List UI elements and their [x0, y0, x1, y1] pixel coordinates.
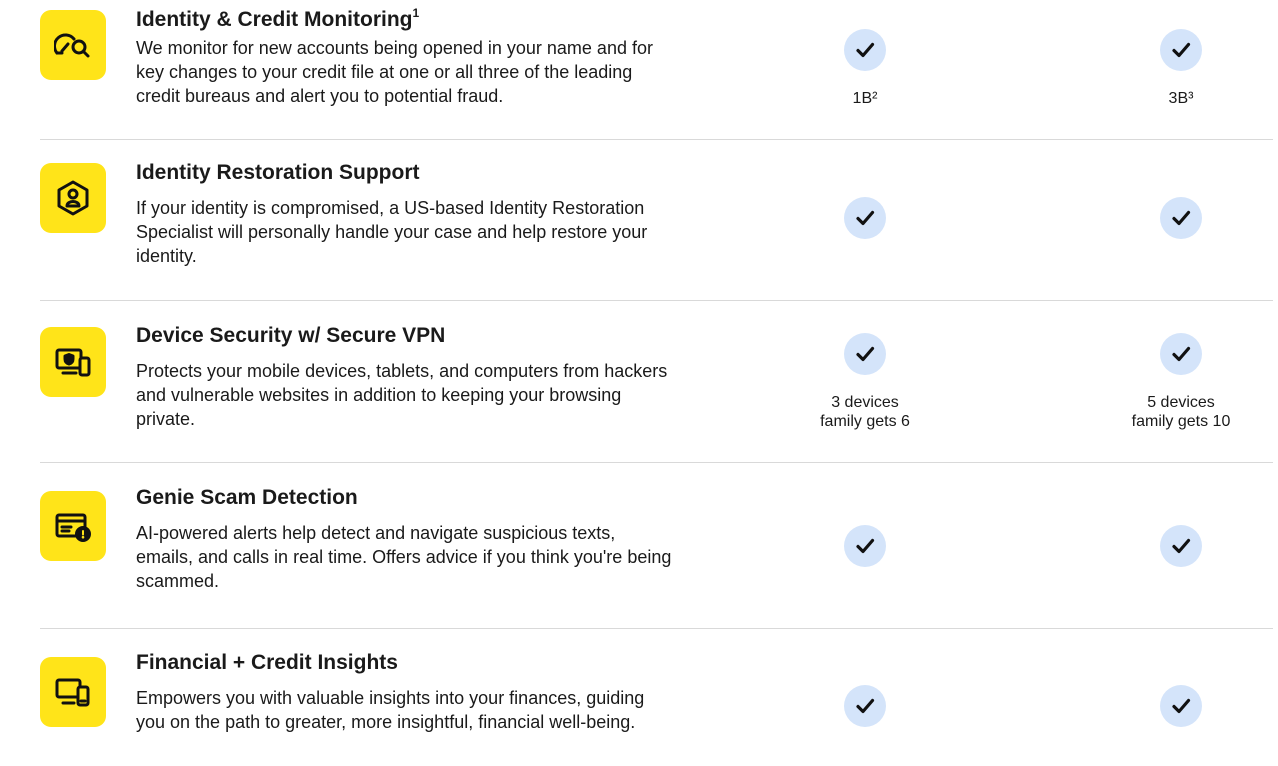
feature-title: Device Security w/ Secure VPN: [136, 324, 446, 347]
check-icon: [844, 29, 886, 71]
check-icon: [1160, 525, 1202, 567]
row-divider: [40, 628, 1273, 629]
footnote-marker: 1: [412, 6, 420, 20]
check-icon: [844, 525, 886, 567]
row-divider: [40, 139, 1273, 140]
feature-description: We monitor for new accounts being opened…: [136, 38, 653, 106]
scam-alert-card-icon: [40, 491, 106, 561]
plan-a-note: 1B²: [852, 90, 878, 107]
devices-icon: [40, 657, 106, 727]
feature-description: AI-powered alerts help detect and naviga…: [136, 523, 672, 591]
feature-title: Genie Scam Detection: [136, 486, 358, 509]
plan-b-device-count: 5 devices family gets 10: [1131, 394, 1231, 430]
credit-gauge-search-icon: [40, 10, 106, 80]
feature-description: If your identity is compromised, a US-ba…: [136, 198, 648, 266]
feature-title: Financial + Credit Insights: [136, 651, 398, 674]
feature-description: Empowers you with valuable insights into…: [136, 688, 645, 732]
feature-title: Identity Restoration Support: [136, 161, 420, 184]
check-icon: [1160, 333, 1202, 375]
check-icon: [1160, 197, 1202, 239]
row-divider: [40, 462, 1273, 463]
check-icon: [844, 197, 886, 239]
check-icon: [844, 333, 886, 375]
plan-b-note: 3B³: [1168, 90, 1194, 107]
device-shield-icon: [40, 327, 106, 397]
identity-hexagon-person-icon: [40, 163, 106, 233]
row-divider: [40, 300, 1273, 301]
check-icon: [1160, 685, 1202, 727]
feature-title: Identity & Credit Monitoring1: [136, 6, 420, 31]
check-icon: [1160, 29, 1202, 71]
feature-description: Protects your mobile devices, tablets, a…: [136, 361, 668, 429]
plan-a-device-count: 3 devices family gets 6: [820, 394, 910, 430]
check-icon: [844, 685, 886, 727]
